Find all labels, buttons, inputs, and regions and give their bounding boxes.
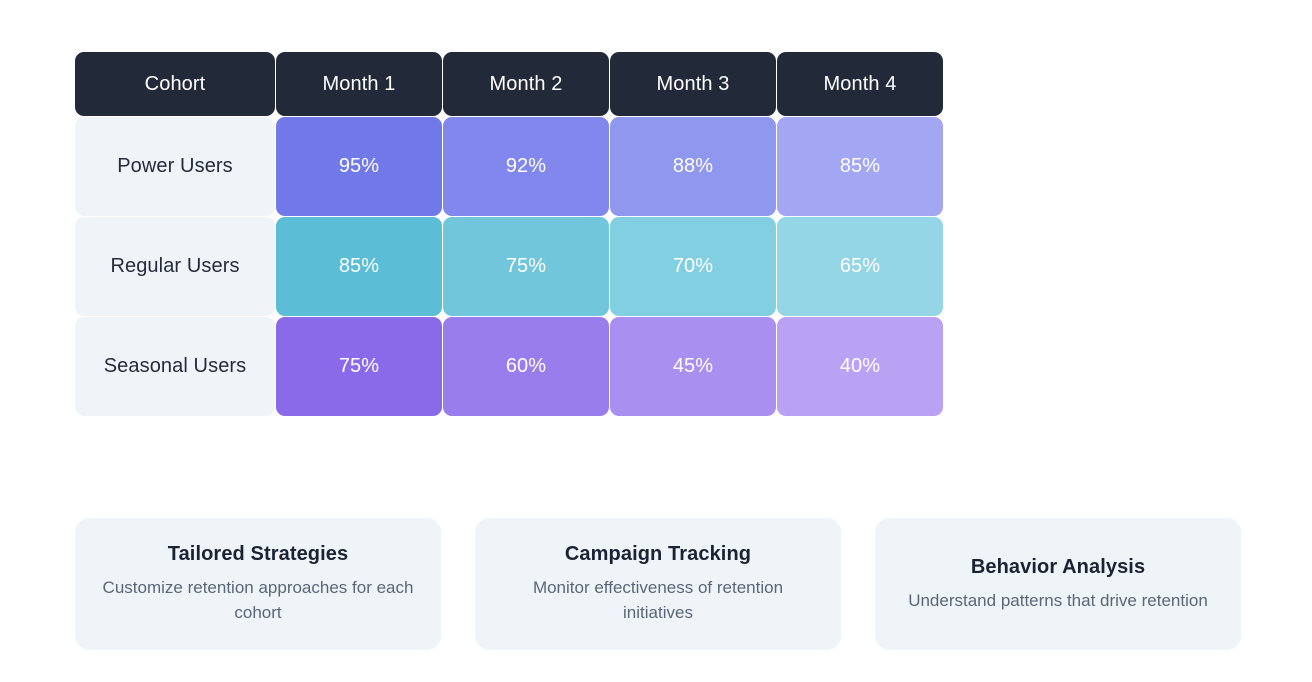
matrix-header-cohort: Cohort	[75, 52, 275, 116]
cell-power-users-month-4[interactable]: 85%	[777, 117, 943, 216]
matrix-row: Regular Users 85% 75% 70% 65%	[75, 217, 943, 316]
feature-card-campaign-tracking[interactable]: Campaign Tracking Monitor effectiveness …	[475, 518, 841, 650]
cell-power-users-month-3[interactable]: 88%	[610, 117, 776, 216]
matrix-header-month-4: Month 4	[777, 52, 943, 116]
matrix-header-month-3: Month 3	[610, 52, 776, 116]
cell-regular-users-month-3[interactable]: 70%	[610, 217, 776, 316]
card-description: Monitor effectiveness of retention initi…	[532, 578, 784, 622]
cell-seasonal-users-month-4[interactable]: 40%	[777, 317, 943, 416]
feature-card-list: Tailored Strategies Customize retention …	[75, 518, 1241, 650]
row-label-power-users: Power Users	[75, 117, 275, 216]
matrix-row: Seasonal Users 75% 60% 45% 40%	[75, 317, 943, 416]
cell-seasonal-users-month-2[interactable]: 60%	[443, 317, 609, 416]
cell-regular-users-month-1[interactable]: 85%	[276, 217, 442, 316]
cell-seasonal-users-month-3[interactable]: 45%	[610, 317, 776, 416]
feature-card-tailored-strategies[interactable]: Tailored Strategies Customize retention …	[75, 518, 441, 650]
feature-card-behavior-analysis[interactable]: Behavior Analysis Understand patterns th…	[875, 518, 1241, 650]
cell-regular-users-month-2[interactable]: 75%	[443, 217, 609, 316]
card-description: Understand patterns that drive retention	[908, 590, 1208, 610]
cell-power-users-month-2[interactable]: 92%	[443, 117, 609, 216]
row-label-regular-users: Regular Users	[75, 217, 275, 316]
row-label-seasonal-users: Seasonal Users	[75, 317, 275, 416]
cohort-retention-matrix: Cohort Month 1 Month 2 Month 3 Month 4 P…	[75, 52, 943, 416]
cell-regular-users-month-4[interactable]: 65%	[777, 217, 943, 316]
matrix-header-row: Cohort Month 1 Month 2 Month 3 Month 4	[75, 52, 943, 116]
cell-power-users-month-1[interactable]: 95%	[276, 117, 442, 216]
card-title: Tailored Strategies	[167, 543, 349, 565]
matrix-row: Power Users 95% 92% 88% 85%	[75, 117, 943, 216]
card-title: Behavior Analysis	[970, 555, 1146, 578]
card-title: Campaign Tracking	[564, 543, 752, 565]
card-description: Customize retention approaches for each …	[102, 578, 414, 622]
matrix-header-month-1: Month 1	[276, 52, 442, 116]
matrix-header-month-2: Month 2	[443, 52, 609, 116]
cell-seasonal-users-month-1[interactable]: 75%	[276, 317, 442, 416]
page-root: Cohort Month 1 Month 2 Month 3 Month 4 P…	[0, 0, 1312, 682]
